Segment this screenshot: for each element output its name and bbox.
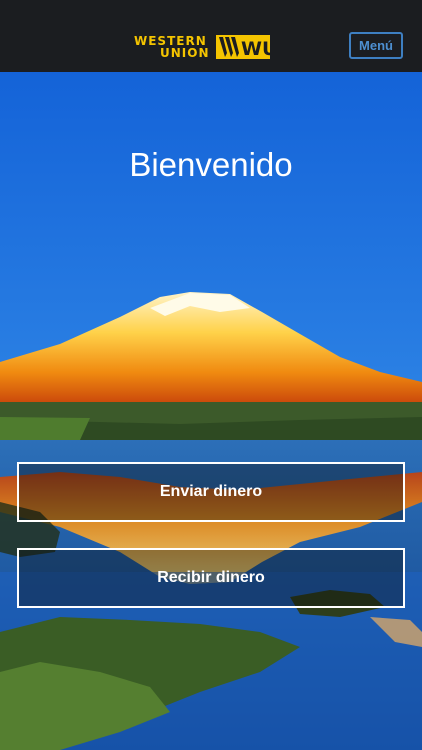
logo-mark-text: WU	[241, 38, 270, 60]
welcome-title: Bienvenido	[129, 146, 293, 183]
logo-wordmark: WESTERN UNION	[134, 35, 210, 59]
menu-button[interactable]: Menú	[349, 32, 403, 59]
western-union-logo: WESTERN UNION WU	[134, 32, 270, 62]
send-money-button[interactable]: Enviar dinero	[17, 462, 405, 522]
receive-money-button[interactable]: Recibir dinero	[17, 548, 405, 608]
logo-line-union: UNION	[160, 46, 210, 60]
wu-mark-icon: WU	[215, 35, 270, 60]
top-bar: WESTERN UNION WU Menú	[0, 0, 422, 72]
